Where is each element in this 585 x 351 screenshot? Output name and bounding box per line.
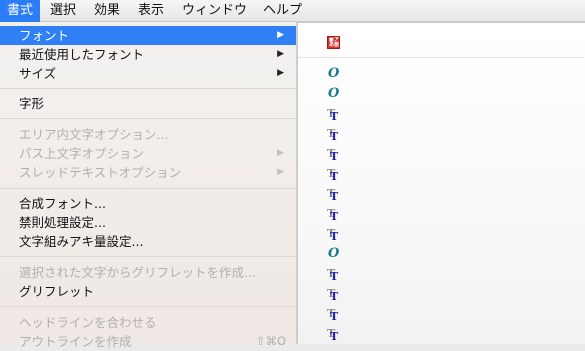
font-submenu: ■ ア あ亜 O O TT TT TT TT TT TT TT O TT TT T…	[297, 22, 585, 344]
truetype-font-icon: TT	[327, 127, 339, 143]
menu-item-composite-fonts[interactable]: 合成フォント...	[0, 194, 296, 213]
truetype-font-icon: TT	[327, 167, 339, 183]
font-list-item[interactable]: TT	[298, 144, 584, 164]
menu-item-create-glyphlet: 選択された文字からグリフレットを作成...	[0, 263, 296, 282]
menu-item-label: サイズ	[19, 66, 57, 81]
font-list-item[interactable]: TT	[298, 304, 584, 324]
menubar-window[interactable]: ウィンドウ	[175, 0, 254, 22]
opentype-font-icon: O	[328, 66, 340, 81]
menubar-format[interactable]: 書式	[0, 0, 41, 22]
menu-item-font[interactable]: フォント ▶	[0, 26, 296, 45]
menu-item-label: エリア内文字オプション...	[19, 127, 169, 142]
menubar-view[interactable]: 表示	[131, 0, 171, 22]
font-list-item[interactable]: TT	[298, 184, 584, 204]
menu-item-label: ヘッドラインを合わせる	[19, 315, 157, 330]
menu-separator	[0, 306, 296, 307]
font-list-item[interactable]: O	[298, 84, 584, 104]
menubar-select[interactable]: 選択	[43, 0, 83, 22]
menu-bar: 書式 選択 効果 表示 ウィンドウ ヘルプ	[0, 0, 585, 22]
font-list-item[interactable]: TT	[298, 284, 584, 304]
menu-item-label: アウトラインを作成	[19, 334, 132, 349]
menu-item-threaded-text-options: スレッドテキストオプション ▶	[0, 163, 296, 182]
truetype-font-icon: TT	[327, 307, 339, 323]
truetype-font-icon: TT	[327, 327, 339, 343]
menu-item-type-on-path-options: パス上文字オプション ▶	[0, 144, 296, 163]
font-list-item[interactable]: TT	[298, 104, 584, 124]
menu-item-fit-headline: ヘッドラインを合わせる	[0, 313, 296, 332]
menu-separator	[0, 256, 296, 257]
opentype-font-icon: O	[328, 246, 340, 261]
menubar-help[interactable]: ヘルプ	[256, 0, 309, 22]
opentype-font-icon: O	[328, 86, 340, 101]
menu-item-label: 文字組みアキ量設定...	[19, 234, 144, 249]
format-menu: フォント ▶ 最近使用したフォント ▶ サイズ ▶ 字形 エリア内文字オプション…	[0, 22, 297, 349]
submenu-arrow-icon: ▶	[277, 30, 284, 40]
font-list-item[interactable]: ■ ア あ亜	[298, 32, 584, 52]
truetype-font-icon: TT	[327, 187, 339, 203]
menu-item-recent-fonts[interactable]: 最近使用したフォント ▶	[0, 45, 296, 64]
submenu-arrow-icon: ▶	[277, 148, 284, 158]
menu-separator	[0, 118, 296, 119]
truetype-font-icon: TT	[327, 107, 339, 123]
submenu-arrow-icon: ▶	[277, 167, 284, 177]
menu-separator	[0, 88, 296, 89]
truetype-font-icon: TT	[327, 207, 339, 223]
menu-item-label: グリフレット	[19, 284, 95, 299]
font-list-item[interactable]: TT	[298, 164, 584, 184]
menu-item-label: 字形	[19, 96, 45, 111]
truetype-font-icon: TT	[327, 147, 339, 163]
menu-separator	[298, 57, 584, 58]
menu-item-label: パス上文字オプション	[19, 146, 145, 161]
menu-item-glyphs[interactable]: 字形	[0, 94, 296, 113]
truetype-font-icon: TT	[327, 227, 339, 243]
font-list-item[interactable]: TT	[298, 204, 584, 224]
truetype-font-icon: TT	[327, 287, 339, 303]
font-list-item[interactable]: TT	[298, 224, 584, 244]
japanese-font-icon: ■ ア あ亜	[327, 36, 340, 49]
menu-item-glyphlets[interactable]: グリフレット	[0, 282, 296, 301]
font-list-item[interactable]: TT	[298, 124, 584, 144]
menu-item-label: 選択された文字からグリフレットを作成...	[19, 265, 256, 280]
submenu-arrow-icon: ▶	[277, 49, 284, 59]
font-list-item[interactable]: TT	[298, 324, 584, 344]
menu-item-create-outlines: アウトラインを作成 ⇧⌘O	[0, 332, 296, 351]
font-list-item[interactable]: O	[298, 244, 584, 264]
menubar-effect[interactable]: 効果	[87, 0, 127, 22]
menu-item-label: 禁則処理設定...	[19, 215, 106, 230]
menu-separator	[0, 188, 296, 189]
menu-item-label: スレッドテキストオプション	[19, 165, 182, 180]
shortcut-label: ⇧⌘O	[255, 334, 286, 348]
font-list-item[interactable]: TT	[298, 264, 584, 284]
menu-item-label: フォント	[19, 28, 70, 43]
menu-item-label: 合成フォント...	[19, 196, 106, 211]
menu-item-label: 最近使用したフォント	[19, 47, 145, 62]
menu-item-mojikumi-settings[interactable]: 文字組みアキ量設定...	[0, 232, 296, 251]
truetype-font-icon: TT	[327, 267, 339, 283]
menu-item-kinsoku-settings[interactable]: 禁則処理設定...	[0, 213, 296, 232]
submenu-arrow-icon: ▶	[277, 68, 284, 78]
font-list-item[interactable]: O	[298, 64, 584, 84]
menu-item-size[interactable]: サイズ ▶	[0, 64, 296, 83]
menu-item-area-type-options: エリア内文字オプション...	[0, 125, 296, 144]
